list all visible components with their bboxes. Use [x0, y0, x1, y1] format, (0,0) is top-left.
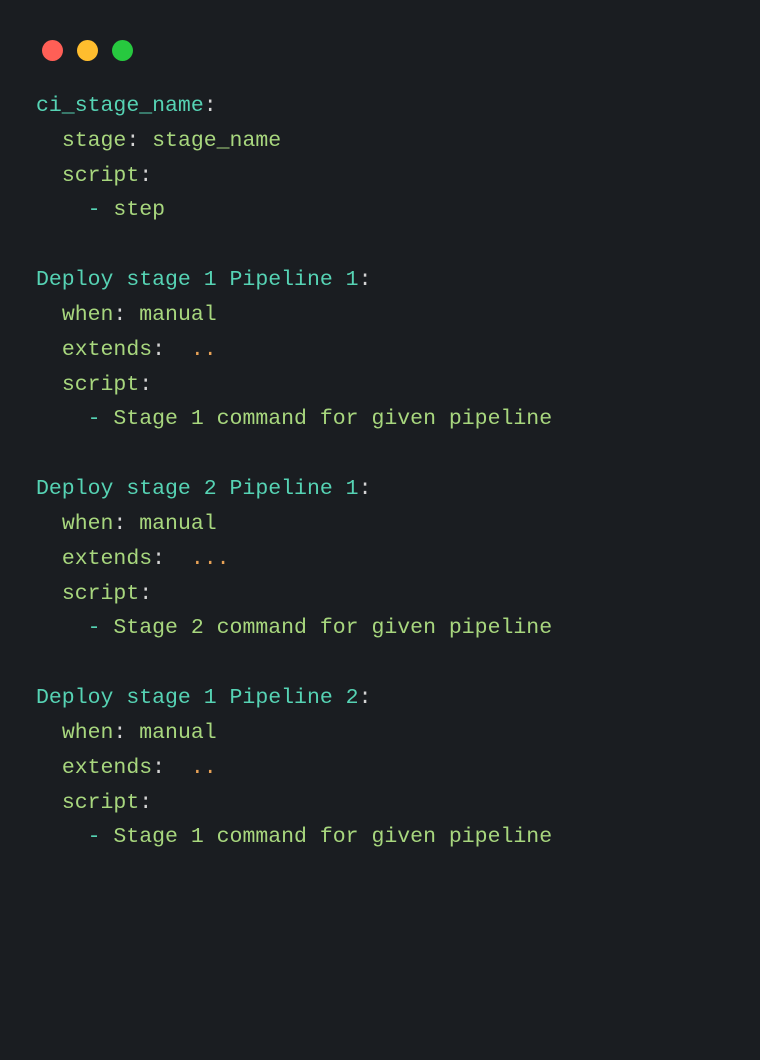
- yaml-key: script: [62, 582, 139, 606]
- yaml-value: Stage 1 command for given pipeline: [113, 825, 552, 849]
- blank-line: [36, 646, 724, 681]
- yaml-line: when: manual: [36, 298, 724, 333]
- yaml-key: Deploy stage 1 Pipeline 2: [36, 686, 359, 710]
- colon: :: [152, 756, 165, 780]
- yaml-value: ...: [178, 547, 230, 571]
- yaml-key: Deploy stage 1 Pipeline 1: [36, 268, 359, 292]
- code-editor: ci_stage_name: stage: stage_name script:…: [0, 61, 760, 883]
- yaml-line: script:: [36, 786, 724, 821]
- yaml-block-header: Deploy stage 1 Pipeline 2:: [36, 681, 724, 716]
- yaml-dash: -: [88, 825, 101, 849]
- yaml-key: when: [62, 303, 114, 327]
- blank-line: [36, 228, 724, 263]
- code-window: ci_stage_name: stage: stage_name script:…: [0, 0, 760, 1060]
- colon: :: [139, 791, 152, 815]
- yaml-line: script:: [36, 368, 724, 403]
- yaml-key: script: [62, 164, 139, 188]
- maximize-icon[interactable]: [112, 40, 133, 61]
- colon: :: [113, 303, 126, 327]
- yaml-key: extends: [62, 547, 152, 571]
- colon: :: [359, 477, 372, 501]
- yaml-dash: -: [88, 198, 101, 222]
- yaml-line: script:: [36, 577, 724, 612]
- close-icon[interactable]: [42, 40, 63, 61]
- yaml-value: ..: [178, 338, 217, 362]
- yaml-dash: -: [88, 407, 101, 431]
- colon: :: [359, 686, 372, 710]
- colon: :: [204, 94, 217, 118]
- yaml-value: ..: [178, 756, 217, 780]
- window-title-bar: [0, 0, 760, 61]
- yaml-value: Stage 1 command for given pipeline: [113, 407, 552, 431]
- yaml-key: stage: [62, 129, 127, 153]
- yaml-line: - Stage 1 command for given pipeline: [36, 820, 724, 855]
- colon: :: [152, 547, 165, 571]
- colon: :: [126, 129, 139, 153]
- colon: :: [152, 338, 165, 362]
- yaml-line: extends: ..: [36, 751, 724, 786]
- yaml-key: ci_stage_name: [36, 94, 204, 118]
- yaml-key: extends: [62, 338, 152, 362]
- yaml-value: Stage 2 command for given pipeline: [113, 616, 552, 640]
- yaml-line: - step: [36, 193, 724, 228]
- yaml-value: stage_name: [152, 129, 281, 153]
- yaml-key: Deploy stage 2 Pipeline 1: [36, 477, 359, 501]
- colon: :: [113, 512, 126, 536]
- yaml-value: manual: [139, 721, 216, 745]
- yaml-key: when: [62, 721, 114, 745]
- yaml-line: extends: ..: [36, 333, 724, 368]
- yaml-key: extends: [62, 756, 152, 780]
- yaml-line: extends: ...: [36, 542, 724, 577]
- minimize-icon[interactable]: [77, 40, 98, 61]
- yaml-line: - Stage 1 command for given pipeline: [36, 402, 724, 437]
- colon: :: [139, 373, 152, 397]
- yaml-key: script: [62, 791, 139, 815]
- yaml-block-header: Deploy stage 1 Pipeline 1:: [36, 263, 724, 298]
- yaml-line: when: manual: [36, 507, 724, 542]
- colon: :: [359, 268, 372, 292]
- yaml-key: when: [62, 512, 114, 536]
- yaml-line: - Stage 2 command for given pipeline: [36, 611, 724, 646]
- yaml-line: script:: [36, 159, 724, 194]
- yaml-value: manual: [139, 303, 216, 327]
- yaml-value: manual: [139, 512, 216, 536]
- blank-line: [36, 437, 724, 472]
- yaml-value: step: [113, 198, 165, 222]
- colon: :: [139, 582, 152, 606]
- yaml-line: stage: stage_name: [36, 124, 724, 159]
- colon: :: [139, 164, 152, 188]
- yaml-dash: -: [88, 616, 101, 640]
- yaml-block-header: Deploy stage 2 Pipeline 1:: [36, 472, 724, 507]
- yaml-block-header: ci_stage_name:: [36, 89, 724, 124]
- colon: :: [113, 721, 126, 745]
- yaml-line: when: manual: [36, 716, 724, 751]
- yaml-key: script: [62, 373, 139, 397]
